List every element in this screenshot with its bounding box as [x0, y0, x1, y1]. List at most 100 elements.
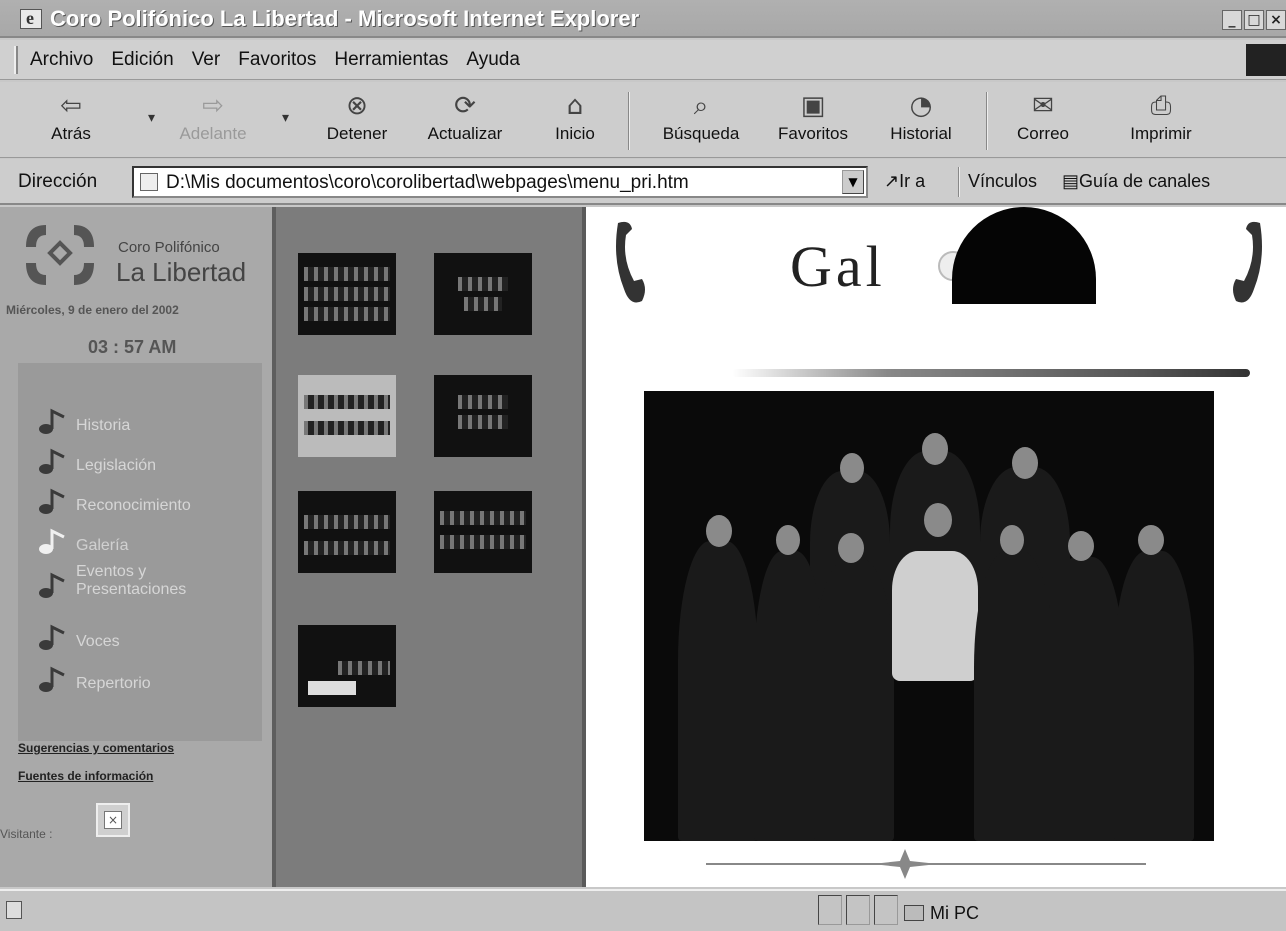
address-input[interactable]: D:\Mis documentos\coro\corolibertad\webp…: [132, 166, 868, 198]
nav-item-repertorio[interactable]: Repertorio: [38, 665, 151, 693]
gallery-thumbnail[interactable]: [298, 491, 396, 573]
nav-item-voces[interactable]: Voces: [38, 623, 120, 651]
toolbar-separator: [986, 92, 988, 150]
sources-link[interactable]: Fuentes de información: [18, 769, 153, 783]
menu-ayuda[interactable]: Ayuda: [466, 49, 520, 71]
gallery-content: Gal: [586, 207, 1286, 887]
music-note-icon: [39, 488, 65, 514]
gallery-thumbnail[interactable]: [434, 375, 532, 457]
menu-bar: Archivo Edición Ver Favoritos Herramient…: [0, 40, 1286, 80]
nav-item-eventos[interactable]: Eventos y Presentaciones: [38, 563, 226, 599]
ie-icon: [20, 8, 42, 29]
stop-button[interactable]: ⊗ Detener: [312, 88, 402, 144]
choir-photo: [644, 391, 1214, 841]
menu-ver[interactable]: Ver: [192, 49, 221, 71]
print-button[interactable]: ⎙ Imprimir: [1116, 88, 1206, 144]
address-url[interactable]: D:\Mis documentos\coro\corolibertad\webp…: [166, 172, 689, 194]
status-cell: [818, 895, 842, 925]
forward-arrow-icon: ⇨: [202, 91, 224, 121]
status-bar: Mi PC: [0, 889, 1286, 931]
site-menu: Historia Legislación Reconocimiento Gale…: [18, 363, 262, 741]
site-nav-panel: Coro Polifónico La Libertad Miércoles, 9…: [0, 207, 272, 887]
music-note-icon: [39, 528, 65, 554]
phone-icon: [1233, 221, 1262, 303]
nav-item-legislacion[interactable]: Legislación: [38, 447, 156, 475]
menu-herramientas[interactable]: Herramientas: [334, 49, 448, 71]
visit-counter-image: ×: [96, 803, 130, 837]
current-date: Miércoles, 9 de enero del 2002: [6, 303, 179, 317]
gallery-thumbnail[interactable]: [434, 253, 532, 335]
security-zone: Mi PC: [930, 903, 979, 923]
menu-archivo[interactable]: Archivo: [30, 49, 93, 71]
gallery-thumbnail[interactable]: [298, 625, 396, 707]
my-computer-icon: [904, 905, 924, 921]
logo-title-line1: Coro Polifónico: [118, 239, 220, 256]
links-label[interactable]: Vínculos: [968, 171, 1037, 192]
status-cell: [874, 895, 898, 925]
favorites-folder-icon: ▣: [800, 91, 826, 121]
heading-dark-graphic: [952, 207, 1096, 304]
nav-item-historia[interactable]: Historia: [38, 407, 130, 435]
gallery-heading: Gal: [790, 234, 886, 299]
links-channel-guide-label: Guía de canales: [1079, 171, 1211, 191]
phone-icon: [616, 221, 645, 303]
title-bar: Coro Polifónico La Libertad - Microsoft …: [0, 0, 1286, 38]
logo-title-line2: La Libertad: [116, 257, 247, 287]
forward-dropdown-icon[interactable]: ▾: [282, 110, 289, 126]
music-note-icon: [39, 666, 65, 692]
address-bar: Dirección D:\Mis documentos\coro\corolib…: [0, 159, 1286, 205]
history-button[interactable]: ◔ Historial: [876, 88, 966, 144]
refresh-icon: ⟳: [454, 91, 476, 121]
choir-logo-icon: [26, 225, 94, 285]
close-button[interactable]: ×: [1266, 10, 1286, 30]
gallery-thumbnail[interactable]: [434, 491, 532, 573]
nav-item-reconocimiento[interactable]: Reconocimiento: [38, 487, 191, 515]
gallery-thumbnail[interactable]: [298, 375, 396, 457]
gallery-thumbnail[interactable]: [298, 253, 396, 335]
address-label: Dirección: [18, 171, 98, 192]
status-cell: [846, 895, 870, 925]
visits-label: Visitante :: [0, 827, 53, 841]
address-dropdown-icon[interactable]: ▼: [842, 170, 864, 194]
stop-icon: ⊗: [346, 91, 368, 121]
menu-edicion[interactable]: Edición: [111, 49, 173, 71]
music-note-icon: [39, 624, 65, 650]
printer-icon: ⎙: [1150, 91, 1172, 121]
mail-button[interactable]: ✉ Correo: [998, 88, 1088, 144]
go-button[interactable]: ↗Ir a: [884, 171, 925, 192]
back-button[interactable]: ⇦ Atrás: [26, 88, 116, 144]
refresh-button[interactable]: ⟳ Actualizar: [420, 88, 510, 144]
links-channel-guide[interactable]: ▤Guía de canales: [1062, 171, 1210, 192]
back-dropdown-icon[interactable]: ▾: [148, 110, 155, 126]
go-label: Ir a: [899, 171, 926, 191]
favorites-button[interactable]: ▣ Favoritos: [768, 88, 858, 144]
toolbar: ⇦ Atrás ▾ ⇨ Adelante ▾ ⊗ Detener ⟳ Actua…: [0, 82, 1286, 158]
toolbar-separator: [628, 92, 630, 150]
window-controls: _ □ ×: [1222, 10, 1286, 30]
broken-image-icon: ×: [104, 811, 122, 829]
window-title: Coro Polifónico La Libertad - Microsoft …: [50, 6, 640, 31]
back-arrow-icon: ⇦: [60, 91, 82, 121]
music-note-icon: [39, 408, 65, 434]
suggestions-link[interactable]: Sugerencias y comentarios: [18, 741, 174, 755]
maximize-button[interactable]: □: [1244, 10, 1264, 30]
home-icon: ⌂: [566, 91, 584, 121]
search-button[interactable]: ⌕ Búsqueda: [656, 88, 746, 144]
decorative-rule: [732, 369, 1250, 377]
music-note-icon: [39, 572, 65, 598]
star-ornament-icon: [872, 849, 938, 879]
history-icon: ◔: [909, 91, 933, 121]
address-separator: [958, 167, 960, 197]
gallery-thumbnails: [272, 207, 586, 887]
search-icon: ⌕: [693, 91, 709, 121]
menu-favoritos[interactable]: Favoritos: [238, 49, 316, 71]
page-icon: [140, 173, 158, 191]
current-time: 03 : 57 AM: [88, 337, 177, 357]
music-note-icon: [39, 448, 65, 474]
forward-button[interactable]: ⇨ Adelante: [168, 88, 258, 144]
minimize-button[interactable]: _: [1222, 10, 1242, 30]
home-button[interactable]: ⌂ Inicio: [530, 88, 620, 144]
nav-item-galeria[interactable]: Galería: [38, 527, 128, 555]
windows-logo: [1246, 44, 1286, 76]
mail-icon: ✉: [1032, 91, 1054, 121]
